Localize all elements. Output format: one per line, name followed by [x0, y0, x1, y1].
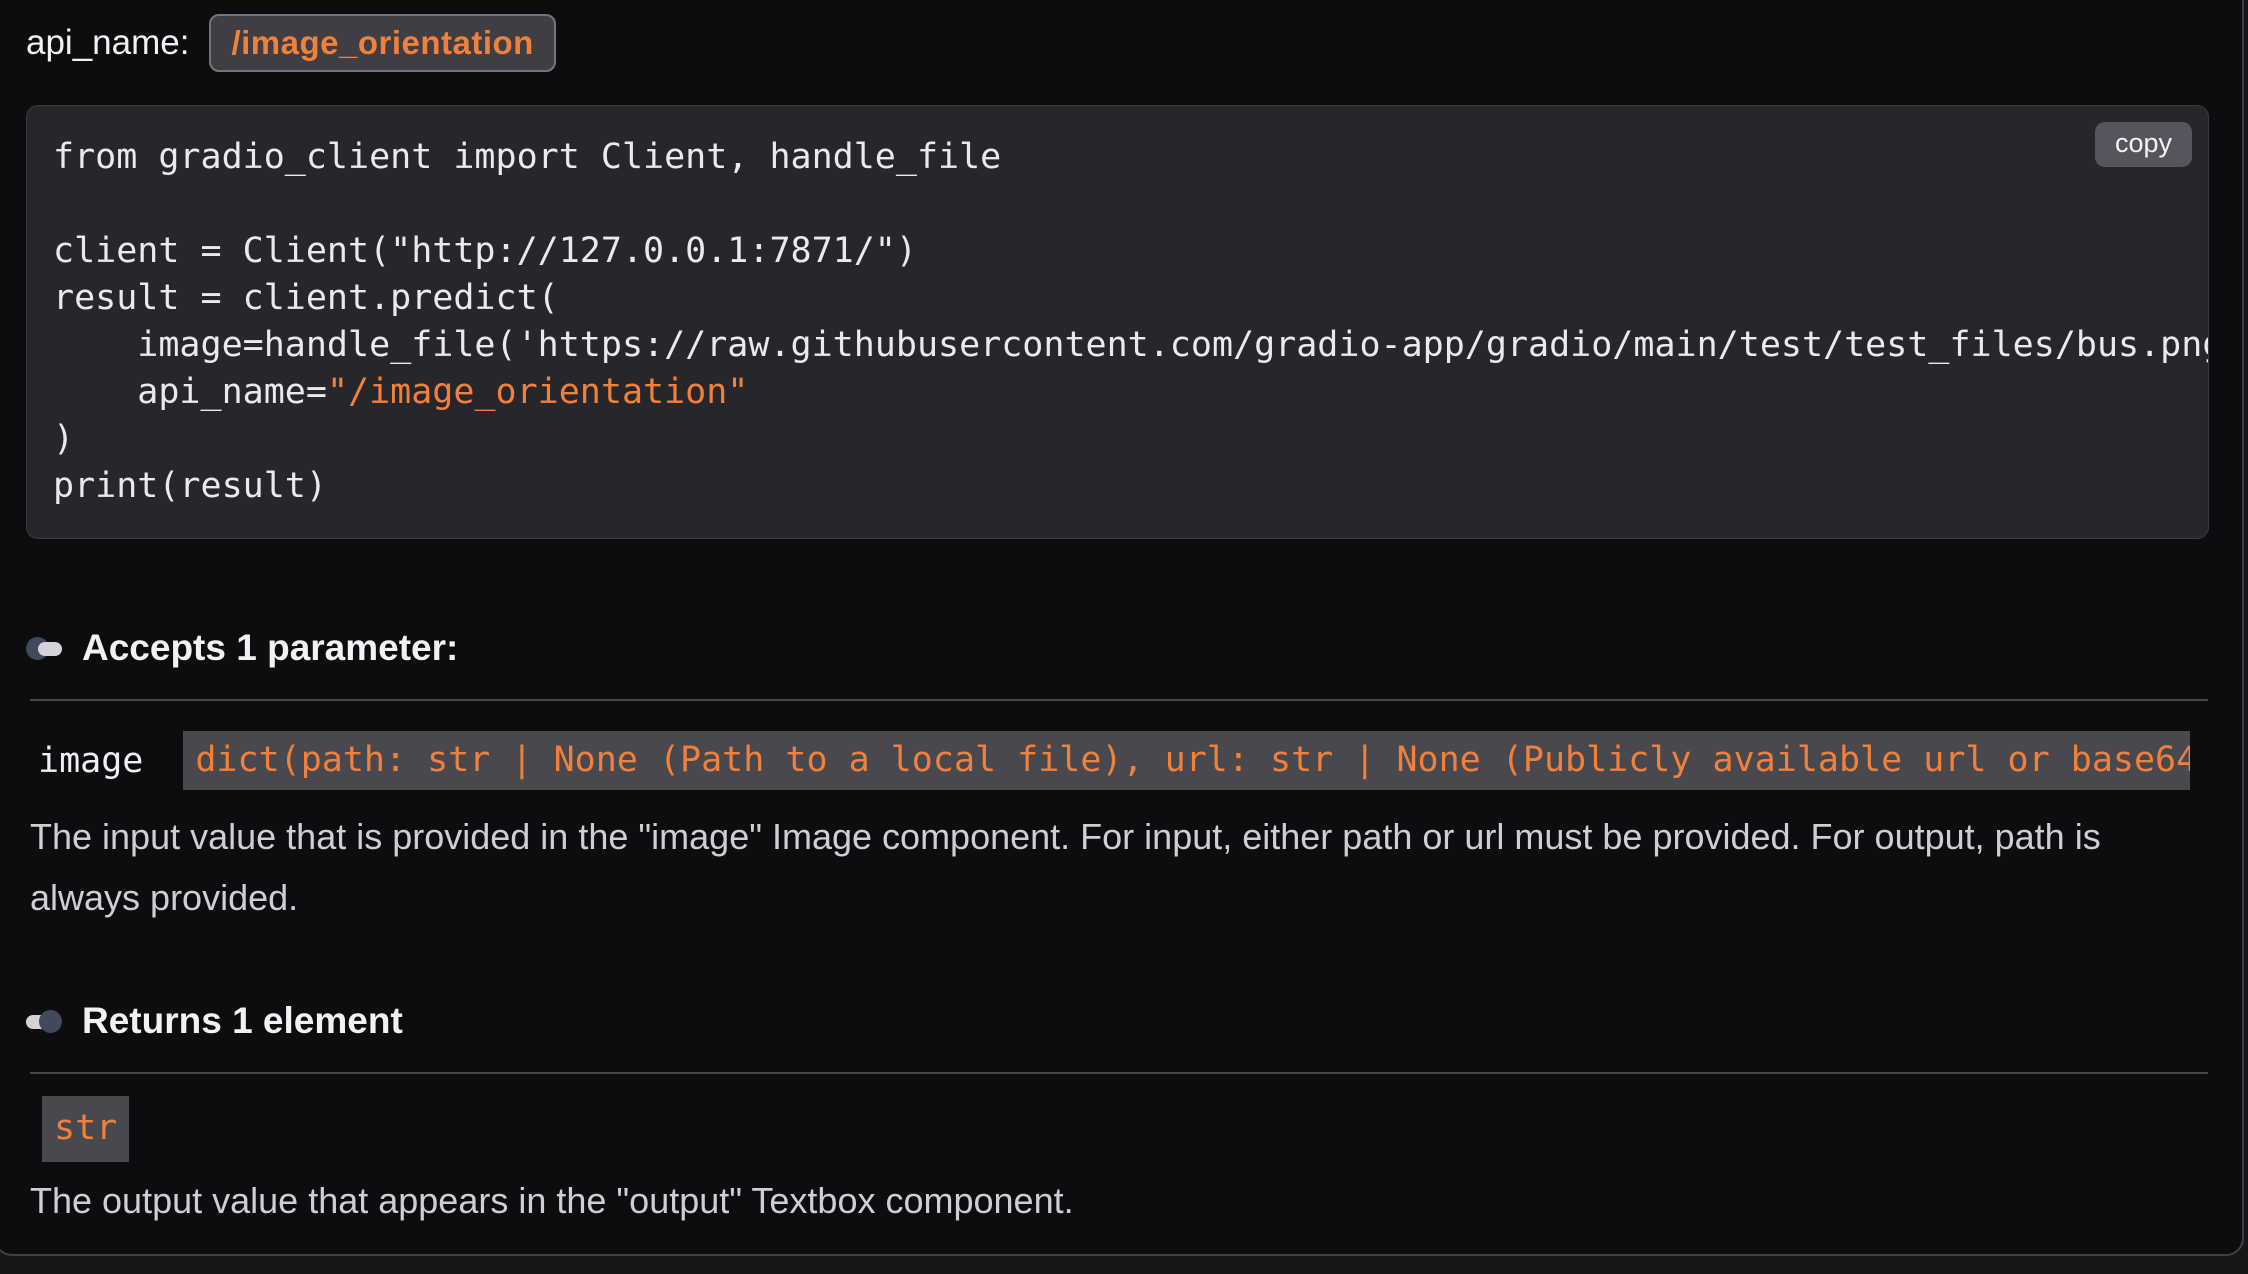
- code-line: from gradio_client import Client, handle…: [53, 134, 2208, 181]
- code-line: [53, 181, 2208, 228]
- api-endpoint-card: api_name: /image_orientation copy from g…: [0, 0, 2244, 1256]
- parameter-type-chip: dict(path: str | None (Path to a local f…: [183, 731, 2190, 790]
- divider: [30, 699, 2208, 701]
- code-line-string-value: "/image_orientation": [327, 372, 748, 412]
- api-name-label: api_name:: [26, 23, 189, 63]
- code-line: ): [53, 416, 2208, 463]
- parameter-row: image dict(path: str | None (Path to a l…: [38, 731, 2212, 790]
- parameter-name: image: [38, 741, 143, 781]
- toggle-pill-left-icon: [26, 637, 62, 660]
- copy-button[interactable]: copy: [2095, 122, 2192, 167]
- code-line: result = client.predict(: [53, 275, 2208, 322]
- return-type-chip: str: [42, 1096, 129, 1162]
- api-name-badge: /image_orientation: [209, 14, 555, 72]
- return-type-row: str: [42, 1096, 2212, 1162]
- toggle-pill-right-icon: [26, 1010, 62, 1033]
- return-description: The output value that appears in the "ou…: [30, 1170, 2160, 1231]
- code-snippet: from gradio_client import Client, handle…: [53, 134, 2208, 510]
- code-line: api_name="/image_orientation": [53, 369, 2208, 416]
- code-line: image=handle_file('https://raw.githubuse…: [53, 322, 2208, 369]
- divider: [30, 1072, 2208, 1074]
- returns-heading-row: Returns 1 element: [26, 1000, 2212, 1042]
- parameter-description: The input value that is provided in the …: [30, 806, 2160, 928]
- accepts-heading: Accepts 1 parameter:: [82, 627, 458, 669]
- returns-heading: Returns 1 element: [82, 1000, 403, 1042]
- accepts-heading-row: Accepts 1 parameter:: [26, 627, 2212, 669]
- code-line-plain: api_name=: [53, 372, 327, 412]
- api-name-header: api_name: /image_orientation: [26, 14, 2212, 72]
- code-line: print(result): [53, 463, 2208, 510]
- code-line: client = Client("http://127.0.0.1:7871/"…: [53, 228, 2208, 275]
- code-block: copy from gradio_client import Client, h…: [26, 105, 2209, 539]
